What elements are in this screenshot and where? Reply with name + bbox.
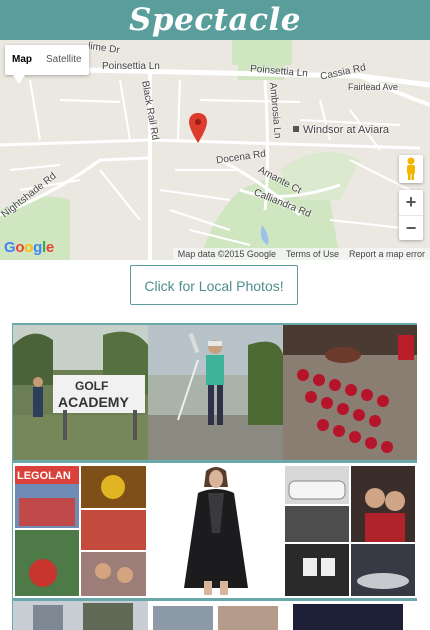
street-view-pegman-icon[interactable] (399, 155, 423, 183)
report-map-error-link[interactable]: Report a map error (344, 248, 430, 260)
photo-golf-academy[interactable]: GOLF ACADEMY (13, 325, 148, 460)
map-view[interactable]: lime Dr Poinsettia Ln Poinsettia Ln Cass… (0, 40, 430, 260)
photo-fashion-model[interactable] (148, 463, 283, 598)
photo-golfer[interactable] (148, 325, 283, 460)
terms-of-use-link[interactable]: Terms of Use (281, 248, 344, 260)
zoom-in-button[interactable]: + (399, 190, 423, 216)
map-type-tail (13, 75, 25, 84)
photo-sign-text: ACADEMY (58, 394, 129, 410)
photo-legoland-collage[interactable]: LEGOLAN (13, 463, 148, 598)
photo-sign-text: GOLF (75, 379, 108, 393)
map-pin-icon[interactable] (189, 113, 207, 143)
zoom-out-button[interactable]: − (399, 216, 423, 241)
photo-row3-right[interactable] (283, 601, 417, 630)
zoom-control: + − (399, 190, 423, 240)
app-header: Spectacle (0, 0, 430, 40)
photo-gallery: GOLF ACADEMY LEGOLAN (12, 323, 417, 630)
road-label: Poinsettia Ln (102, 61, 160, 72)
map-footer: Map data ©2015 Google Terms of Use Repor… (172, 248, 430, 260)
photo-dessert-tray[interactable] (283, 325, 417, 460)
place-label: Windsor at Aviara (303, 124, 390, 136)
map-data-attribution: Map data ©2015 Google (177, 249, 276, 259)
photo-legoland-text: LEGOLAN (17, 470, 71, 482)
photo-row3-middle[interactable] (148, 601, 283, 630)
app-title: Spectacle (129, 2, 301, 38)
photo-row3-left[interactable] (13, 601, 148, 630)
google-logo[interactable]: Google (4, 239, 54, 256)
photo-car-collage[interactable] (283, 463, 417, 598)
map-type-satellite-button[interactable]: Satellite (39, 45, 89, 75)
local-photos-button[interactable]: Click for Local Photos! (130, 265, 298, 305)
road-label: Fairlead Ave (348, 82, 398, 92)
map-type-map-button[interactable]: Map (5, 45, 39, 75)
map-type-control: Map Satellite (5, 45, 89, 75)
